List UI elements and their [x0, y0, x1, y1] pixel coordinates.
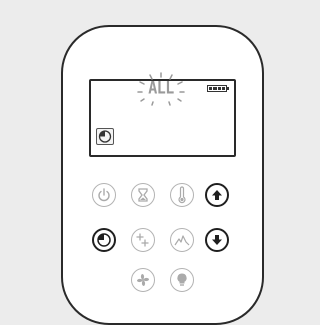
light-button[interactable] [170, 268, 194, 292]
down-button[interactable] [205, 228, 229, 252]
mode-text: ALL [148, 78, 174, 98]
lightbulb-icon [177, 273, 187, 286]
flame-icon [174, 235, 190, 246]
timer-button[interactable] [131, 183, 155, 207]
split-flow-button[interactable] [131, 228, 155, 252]
fan-icon [137, 274, 149, 286]
remote-control [61, 25, 264, 325]
lcd-display: ALL [89, 72, 236, 157]
arrow-down-icon [212, 235, 222, 245]
clock-button[interactable] [92, 228, 116, 252]
up-button[interactable] [205, 183, 229, 207]
flame-button[interactable] [170, 228, 194, 252]
power-button[interactable] [92, 183, 116, 207]
power-icon [98, 188, 110, 202]
thermometer-icon [178, 186, 186, 204]
hourglass-icon [138, 188, 148, 202]
temperature-button[interactable] [170, 183, 194, 207]
fan-button[interactable] [131, 268, 155, 292]
arrow-up-icon [212, 190, 222, 200]
display-clock-icon [96, 128, 114, 145]
split-flow-icon [136, 233, 149, 247]
battery-icon [207, 85, 229, 92]
clock-icon [97, 233, 111, 247]
